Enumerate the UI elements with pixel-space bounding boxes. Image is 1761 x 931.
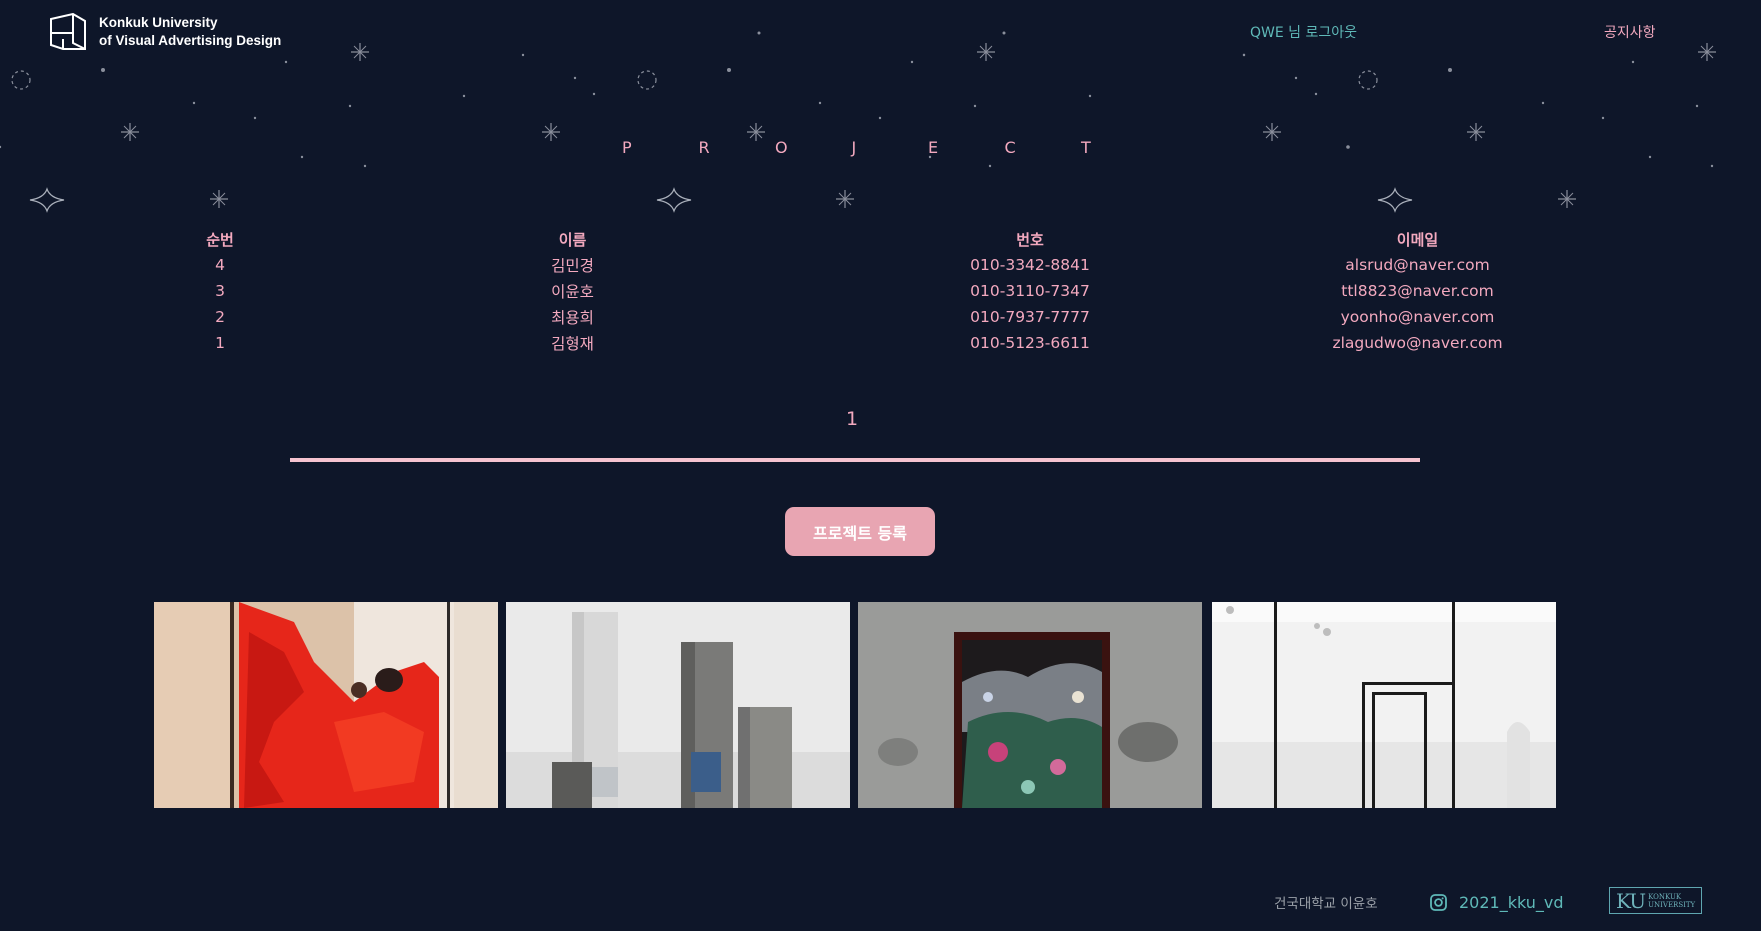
project-gallery [154,602,1556,808]
instagram-handle: 2021_kku_vd [1459,893,1564,912]
logo-line-2: of Visual Advertising Design [99,32,282,48]
cell-number: 2 [215,308,225,326]
title-letter: O [775,138,788,157]
cell-phone: 010-3342-8841 [970,256,1090,274]
logo-text: Konkuk University of Visual Advertising … [99,14,281,50]
footer-credit: 건국대학교 이윤호 [1274,896,1378,912]
project-table: 순번 이름 번호 이메일 4 김민경 010-3342-8841 alsrud@… [120,226,1600,356]
title-letter: R [698,138,710,157]
cell-phone: 010-5123-6611 [970,334,1090,352]
title-letter: T [1081,138,1091,157]
table-header-row: 순번 이름 번호 이메일 [120,226,1600,252]
ku-wordmark-line-2: UNIVERSITY [1648,900,1696,909]
logout-link[interactable]: QWE 님 로그아웃 [1250,22,1357,42]
cell-phone: 010-3110-7347 [970,282,1090,300]
cell-number: 1 [215,334,225,352]
gallery-image-white-gallery[interactable] [1212,602,1556,808]
cell-name[interactable]: 김형재 [320,330,825,356]
header-number: 순번 [206,230,234,249]
page-title: P R O J E C T [622,138,1158,157]
title-letter: P [622,138,632,157]
header-phone: 번호 [1016,230,1044,249]
header-email: 이메일 [1396,230,1439,249]
building-logo-icon [50,13,86,50]
title-letter: E [928,138,939,157]
logo-line-1: Konkuk University [99,14,218,30]
ku-wordmark: KONKUK UNIVERSITY [1648,893,1695,909]
cell-name[interactable]: 최용희 [320,304,825,330]
cell-number: 3 [215,282,225,300]
table-row[interactable]: 4 김민경 010-3342-8841 alsrud@naver.com [120,252,1600,278]
cell-email: alsrud@naver.com [1345,256,1490,274]
register-project-button[interactable]: 프로젝트 등록 [785,507,935,556]
cell-phone: 010-7937-7777 [970,308,1090,326]
gallery-image-lacquer-panel[interactable] [858,602,1202,808]
header-name: 이름 [558,230,587,249]
gallery-image-concrete-pillars[interactable] [506,602,850,808]
konkuk-university-logo[interactable]: KU KONKUK UNIVERSITY [1609,887,1702,914]
ku-wordmark-line-1: KONKUK [1648,892,1682,901]
title-letter: C [1004,138,1016,157]
cell-name[interactable]: 이윤호 [320,278,825,304]
title-letter: J [851,138,857,157]
site-logo[interactable]: Konkuk University of Visual Advertising … [49,13,281,50]
notice-link[interactable]: 공지사항 [1604,22,1656,42]
instagram-icon [1430,894,1447,911]
cell-email: zlagudwo@naver.com [1332,334,1503,352]
ku-mark: KU [1616,888,1646,913]
cell-email: yoonho@naver.com [1340,308,1495,326]
cell-email: ttl8823@naver.com [1341,282,1494,300]
table-row[interactable]: 3 이윤호 010-3110-7347 ttl8823@naver.com [120,278,1600,304]
instagram-link[interactable]: 2021_kku_vd [1430,893,1564,912]
cell-number: 4 [215,256,225,274]
page-number-link[interactable]: 1 [846,408,858,430]
cell-name[interactable]: 김민경 [320,252,825,278]
table-row[interactable]: 2 최용희 010-7937-7777 yoonho@naver.com [120,304,1600,330]
section-divider [290,458,1420,462]
gallery-image-red-sculpture[interactable] [154,602,498,808]
table-row[interactable]: 1 김형재 010-5123-6611 zlagudwo@naver.com [120,330,1600,356]
